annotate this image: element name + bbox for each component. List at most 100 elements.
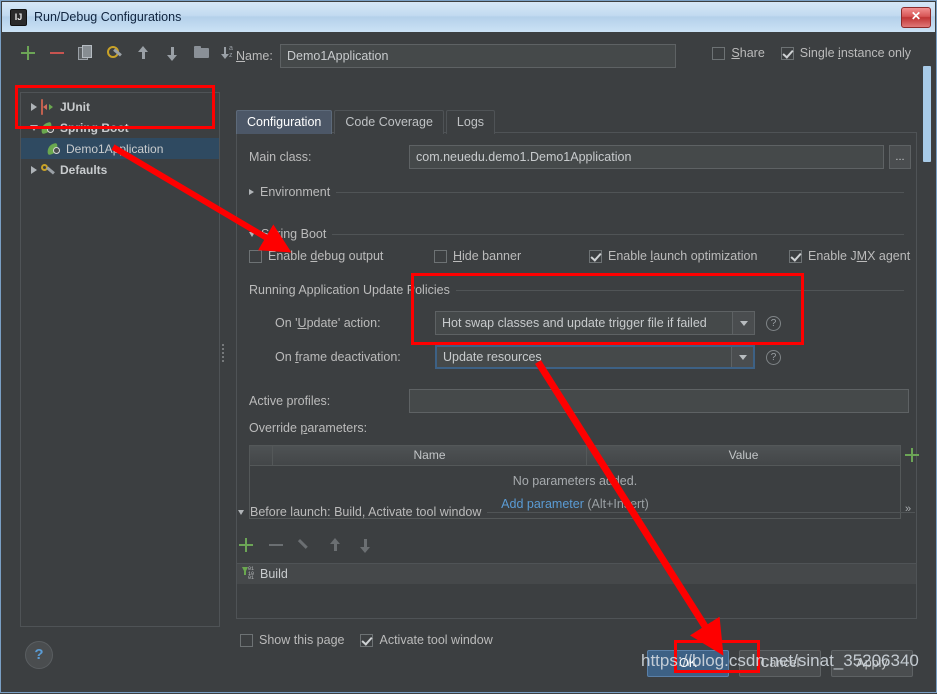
chevron-right-icon[interactable] (27, 165, 41, 174)
browse-main-class-button[interactable]: ... (889, 145, 911, 169)
chevron-down-icon[interactable] (732, 312, 754, 334)
configurations-tree[interactable]: JUnit Spring Boot Demo1Application Defau… (20, 92, 220, 627)
folder-icon[interactable] (194, 45, 210, 61)
move-down-icon[interactable] (165, 45, 181, 61)
before-launch-task-list[interactable]: 01 10 01 Build (236, 563, 917, 619)
tab-code-coverage[interactable]: Code Coverage (334, 110, 444, 134)
copy-icon[interactable] (78, 45, 94, 61)
tab-configuration[interactable]: Configuration (236, 110, 333, 134)
top-checkbox-group: Share Single instance only (712, 46, 911, 60)
add-icon[interactable] (20, 45, 36, 61)
before-launch-label: Before launch: Build, Activate tool wind… (250, 505, 482, 519)
run-debug-configurations-window: IJ Run/Debug Configurations ✕ az JUnit S… (0, 0, 937, 693)
sidebar-item-defaults[interactable]: Defaults (21, 159, 219, 180)
configurations-toolbar: az (20, 40, 233, 66)
scrollbar-thumb[interactable] (923, 66, 931, 162)
active-profiles-input[interactable] (409, 389, 909, 413)
move-up-icon[interactable] (136, 45, 152, 61)
main-class-label: Main class: (249, 150, 312, 164)
table-column-name: Name (273, 446, 587, 465)
spring-boot-label: Spring Boot (261, 227, 327, 241)
active-profiles-label: Active profiles: (249, 394, 331, 408)
remove-task-icon[interactable] (268, 537, 284, 553)
on-frame-deactivation-help-icon[interactable]: ? (766, 349, 781, 365)
checkbox-box[interactable] (780, 46, 794, 60)
checkbox-box[interactable] (712, 46, 726, 60)
close-icon[interactable]: ✕ (901, 6, 931, 28)
ok-button[interactable]: OK (647, 650, 729, 677)
before-launch-toolbar (238, 537, 374, 553)
environment-section-header[interactable]: Environment (249, 185, 904, 199)
move-task-down-icon[interactable] (358, 537, 374, 553)
add-task-icon[interactable] (238, 537, 254, 553)
enable-jmx-agent-checkbox[interactable]: Enable JMX agent (789, 249, 910, 263)
hide-banner-label: Hide banner (453, 249, 522, 263)
show-this-page-label: Show this page (259, 633, 345, 647)
chevron-down-icon[interactable] (731, 347, 753, 367)
spring-boot-section-header[interactable]: Spring Boot (249, 227, 904, 241)
section-divider (336, 191, 904, 193)
checkbox-box[interactable] (240, 633, 253, 647)
update-policies-label: Running Application Update Policies (249, 283, 450, 297)
name-input[interactable] (280, 44, 676, 68)
checkbox-box[interactable] (249, 249, 262, 263)
chevron-down-icon[interactable] (238, 509, 244, 515)
window-title: Run/Debug Configurations (34, 10, 182, 24)
on-update-action-value: Hot swap classes and update trigger file… (442, 316, 707, 330)
move-task-up-icon[interactable] (328, 537, 344, 553)
section-divider (487, 511, 915, 513)
checkbox-box[interactable] (434, 249, 447, 263)
main-class-row: Main class: ... (249, 145, 911, 169)
chevron-right-icon[interactable] (27, 102, 41, 111)
enable-launch-optimization-checkbox[interactable]: Enable launch optimization (589, 249, 789, 263)
sidebar-item-label: Spring Boot (60, 120, 129, 135)
checkbox-box[interactable] (589, 249, 602, 263)
apply-button[interactable]: Apply (831, 650, 913, 677)
task-label: Build (260, 567, 288, 581)
spring-boot-checkbox-group: Enable debug output Hide banner Enable l… (249, 249, 910, 263)
cancel-button[interactable]: Cancel (739, 650, 821, 677)
on-update-action-help-icon[interactable]: ? (766, 315, 781, 331)
sidebar-item-demo1application[interactable]: Demo1Application (21, 138, 219, 159)
intellij-idea-icon: IJ (10, 8, 27, 26)
table-column-value: Value (728, 448, 759, 462)
on-update-action-dropdown[interactable]: Hot swap classes and update trigger file… (435, 311, 755, 335)
checkbox-box[interactable] (789, 249, 802, 263)
before-launch-task-item[interactable]: 01 10 01 Build (237, 564, 916, 584)
before-launch-section-header[interactable]: Before launch: Build, Activate tool wind… (238, 505, 915, 519)
sidebar-item-label: Defaults (60, 162, 108, 177)
chevron-down-icon[interactable] (27, 124, 41, 131)
main-class-input[interactable] (409, 145, 884, 169)
enable-jmx-agent-label: Enable JMX agent (808, 249, 911, 263)
wrench-icon (41, 163, 56, 177)
checkbox-box[interactable] (360, 633, 374, 647)
enable-debug-output-checkbox[interactable]: Enable debug output (249, 249, 434, 263)
add-parameter-button[interactable] (904, 447, 920, 463)
show-this-page-checkbox[interactable]: Show this page (240, 633, 344, 647)
chevron-right-icon[interactable] (249, 189, 254, 195)
share-label: Share (731, 46, 765, 60)
remove-icon[interactable] (49, 45, 65, 61)
edit-task-icon[interactable] (298, 537, 314, 553)
edit-templates-icon[interactable] (107, 45, 123, 61)
help-button[interactable]: ? (25, 641, 53, 669)
chevron-down-icon[interactable] (249, 231, 255, 237)
activate-tool-window-checkbox[interactable]: Activate tool window (360, 633, 493, 647)
on-update-action-label: On 'Update' action: (275, 316, 381, 330)
hide-banner-checkbox[interactable]: Hide banner (434, 249, 589, 263)
share-checkbox[interactable]: Share (712, 46, 765, 60)
single-instance-only-checkbox[interactable]: Single instance only (780, 46, 911, 60)
name-label: Name: (236, 49, 273, 63)
sidebar-item-junit[interactable]: JUnit (21, 96, 219, 117)
window-scrollbar[interactable] (921, 64, 933, 689)
window-title-bar: IJ Run/Debug Configurations ✕ (2, 2, 935, 32)
tab-logs[interactable]: Logs (445, 110, 496, 134)
environment-label: Environment (260, 185, 331, 199)
splitter-handle[interactable] (222, 342, 226, 368)
on-frame-deactivation-dropdown[interactable]: Update resources (435, 345, 755, 369)
enable-launch-optimization-label: Enable launch optimization (608, 249, 758, 263)
spring-leaf-icon (47, 142, 62, 156)
override-parameters-row: Override parameters: (249, 421, 367, 435)
sidebar-item-spring-boot[interactable]: Spring Boot (21, 117, 219, 138)
sidebar-item-label: JUnit (60, 99, 90, 114)
